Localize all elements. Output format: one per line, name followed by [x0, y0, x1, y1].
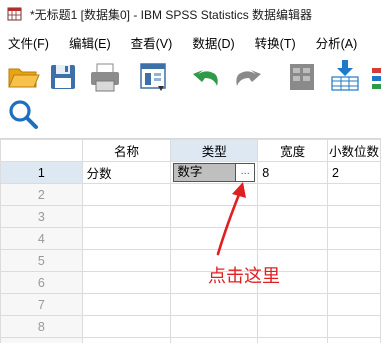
row-number[interactable]: 1 — [0, 161, 83, 184]
cell-width[interactable] — [257, 315, 328, 338]
row-number[interactable]: 3 — [0, 205, 83, 228]
column-header-name[interactable]: 名称 — [81, 139, 172, 162]
title-bar: *无标题1 [数据集0] - IBM SPSS Statistics 数据编辑器 — [0, 0, 381, 28]
menu-bar: 文件(F) 编辑(E) 查看(V) 数据(D) 转换(T) 分析(A) — [0, 30, 381, 54]
window-title: *无标题1 [数据集0] - IBM SPSS Statistics 数据编辑器 — [30, 7, 313, 22]
cell-decimals[interactable] — [326, 271, 381, 294]
table-row: 4 — [0, 227, 381, 250]
table-row: 5 — [0, 249, 381, 272]
table-row: 9 — [0, 337, 381, 343]
variable-table: 名称 类型 宽度 小数位数 1 分数 数字 ... 8 2 2 3 4 5 6 … — [0, 139, 381, 343]
row-number[interactable]: 8 — [0, 315, 83, 338]
row-number[interactable]: 5 — [0, 249, 83, 272]
column-header-width[interactable]: 宽度 — [257, 139, 328, 162]
cell-name[interactable]: 分数 — [81, 161, 172, 184]
cell-width[interactable]: 8 — [257, 161, 328, 184]
menu-transform[interactable]: 转换(T) — [251, 33, 300, 52]
menu-data[interactable]: 数据(D) — [188, 33, 238, 52]
dialog-recall-icon[interactable] — [136, 60, 170, 94]
table-row: 2 — [0, 183, 381, 206]
corner-cell[interactable] — [0, 139, 83, 162]
cell-width[interactable] — [257, 293, 328, 316]
toolbar — [0, 56, 381, 132]
variable-view-grid: 名称 类型 宽度 小数位数 1 分数 数字 ... 8 2 2 3 4 5 6 … — [0, 138, 381, 343]
row-number[interactable]: 7 — [0, 293, 83, 316]
annotation-text: 点击这里 — [208, 266, 280, 286]
cell-decimals[interactable] — [326, 315, 381, 338]
spss-app-icon — [6, 5, 24, 23]
cell-name[interactable] — [81, 227, 172, 250]
menu-edit[interactable]: 编辑(E) — [65, 33, 115, 52]
cell-decimals[interactable] — [326, 183, 381, 206]
cell-name[interactable] — [81, 315, 172, 338]
undo-icon[interactable] — [188, 62, 222, 96]
cell-name[interactable] — [81, 293, 172, 316]
cell-name[interactable] — [81, 205, 172, 228]
cell-type[interactable] — [170, 337, 259, 343]
cell-decimals[interactable] — [326, 249, 381, 272]
cell-type[interactable] — [170, 315, 259, 338]
row-number[interactable]: 4 — [0, 227, 83, 250]
menu-view[interactable]: 查看(V) — [127, 33, 177, 52]
cell-width[interactable] — [257, 205, 328, 228]
table-row: 1 分数 数字 ... 8 2 — [0, 161, 381, 184]
find-icon[interactable] — [6, 98, 40, 132]
annotation-arrow — [216, 182, 246, 256]
cell-decimals[interactable] — [326, 337, 381, 343]
header-row: 名称 类型 宽度 小数位数 — [0, 139, 381, 162]
print-icon[interactable] — [88, 60, 122, 94]
cell-decimals[interactable] — [326, 227, 381, 250]
redo-icon[interactable] — [232, 62, 266, 96]
row-number[interactable]: 6 — [0, 271, 83, 294]
table-row: 8 — [0, 315, 381, 338]
table-row: 6 — [0, 271, 381, 294]
row-number[interactable]: 2 — [0, 183, 83, 206]
cell-name[interactable] — [81, 271, 172, 294]
column-header-type[interactable]: 类型 — [170, 139, 259, 162]
cell-decimals[interactable] — [326, 205, 381, 228]
column-header-decimals[interactable]: 小数位数 — [326, 139, 381, 162]
goto-case-icon[interactable] — [285, 60, 319, 94]
row-number[interactable]: 9 — [0, 337, 83, 343]
cell-width[interactable] — [257, 227, 328, 250]
cell-name[interactable] — [81, 183, 172, 206]
menu-file[interactable]: 文件(F) — [4, 33, 53, 52]
table-row: 7 — [0, 293, 381, 316]
cell-name[interactable] — [81, 337, 172, 343]
save-icon[interactable] — [46, 60, 80, 94]
goto-variable-icon[interactable] — [328, 58, 362, 92]
table-row: 3 — [0, 205, 381, 228]
cell-width[interactable] — [257, 337, 328, 343]
open-folder-icon[interactable] — [6, 60, 40, 94]
cell-decimals[interactable] — [326, 293, 381, 316]
cell-width[interactable] — [257, 183, 328, 206]
variables-icon[interactable] — [370, 62, 381, 96]
menu-analyze[interactable]: 分析(A) — [312, 33, 362, 52]
cell-decimals[interactable]: 2 — [326, 161, 381, 184]
cell-type[interactable] — [170, 293, 259, 316]
cell-name[interactable] — [81, 249, 172, 272]
